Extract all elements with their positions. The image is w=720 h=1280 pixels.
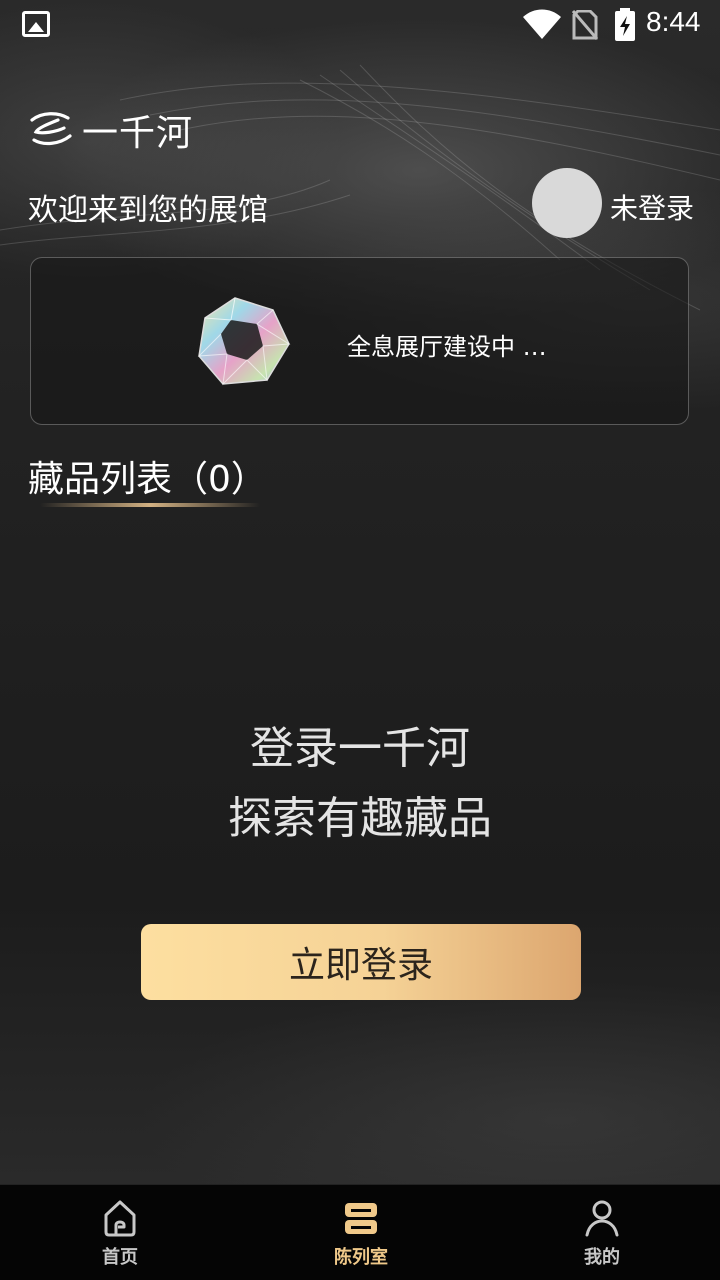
tab-mine[interactable]: 我的	[542, 1185, 662, 1280]
title-underline	[40, 503, 260, 507]
crystal-gem-icon	[197, 297, 291, 386]
person-icon	[585, 1200, 619, 1237]
tab-showcase[interactable]: 陈列室	[301, 1185, 421, 1280]
hologram-hall-card[interactable]: 全息展厅建设中 …	[30, 257, 689, 425]
status-bar: 8:44	[0, 0, 720, 50]
no-sim-icon	[572, 10, 598, 40]
collection-list-title: 藏品列表（0）	[28, 459, 267, 500]
river-logo-icon	[30, 112, 72, 146]
tab-home[interactable]: 首页	[60, 1185, 180, 1280]
bottom-tab-bar: 首页 陈列室 我的	[0, 1184, 720, 1280]
clock: 8:44	[646, 6, 701, 37]
background-ink-texture	[0, 0, 720, 1184]
app-title: 一千河	[82, 113, 194, 154]
login-status-link[interactable]: 未登录	[610, 187, 694, 227]
empty-prompt-line2: 探索有趣藏品	[228, 793, 492, 844]
image-icon	[22, 11, 50, 37]
showcase-icon	[345, 1203, 377, 1234]
hologram-status-text: 全息展厅建设中 …	[347, 333, 547, 361]
battery-charging-icon	[615, 8, 635, 41]
wifi-icon	[523, 9, 561, 39]
tab-mine-label: 我的	[584, 1247, 620, 1268]
login-now-button[interactable]: 立即登录	[141, 924, 581, 1000]
tab-home-label: 首页	[102, 1247, 138, 1268]
avatar[interactable]	[532, 168, 602, 238]
welcome-text: 欢迎来到您的展馆	[28, 193, 268, 228]
home-icon	[104, 1200, 136, 1237]
tab-showcase-label: 陈列室	[334, 1247, 388, 1268]
empty-prompt-line1: 登录一千河	[250, 723, 470, 774]
